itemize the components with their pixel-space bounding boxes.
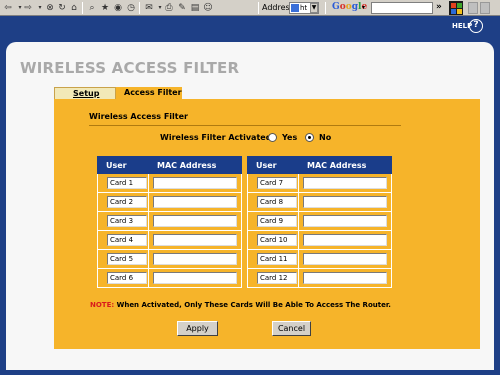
note-body: When Activated, Only These Cards Will Be… xyxy=(116,301,391,309)
card-name-field[interactable]: Card 7 xyxy=(257,177,297,189)
mac-address-field[interactable] xyxy=(303,177,387,189)
table-row: Card 6 xyxy=(97,269,242,288)
table-row: Card 12 xyxy=(247,269,392,288)
router-header xyxy=(0,16,500,42)
table-header: User MAC Address xyxy=(247,156,392,174)
table-row: Card 8 xyxy=(247,193,392,212)
section-title: Wireless Access Filter xyxy=(89,112,188,121)
mac-address-field[interactable] xyxy=(303,272,387,284)
favorites-icon[interactable]: ★ xyxy=(99,2,111,14)
filter-activated-label: Wireless Filter Activated xyxy=(160,133,272,142)
radio-no-label: No xyxy=(319,133,332,142)
print-icon[interactable]: ⎙ xyxy=(163,2,175,14)
radio-no[interactable] xyxy=(305,133,314,142)
card-name-field[interactable]: Card 5 xyxy=(107,253,147,265)
search-icon[interactable]: ⌕ xyxy=(86,2,98,14)
forward-icon[interactable]: ⇨ xyxy=(22,2,34,14)
media-icon[interactable]: ◉ xyxy=(112,2,124,14)
mac-address-field[interactable] xyxy=(153,253,237,265)
page-icon xyxy=(291,4,299,12)
apply-button[interactable]: Apply xyxy=(177,321,218,336)
restore-icon[interactable] xyxy=(480,2,490,14)
note-prefix: NOTE: xyxy=(90,301,115,309)
browser-toolbar: ⇦ ▾ ⇨ ▾ ⊗ ↻ ⌂ ⌕ ★ ◉ ◷ ✉ ▾ ⎙ ✎ ▤ ☺ Addres… xyxy=(0,0,500,16)
edit-icon[interactable]: ✎ xyxy=(176,2,188,14)
card-name-field[interactable]: Card 10 xyxy=(257,234,297,246)
refresh-icon[interactable]: ↻ xyxy=(56,2,68,14)
card-name-field[interactable]: Card 4 xyxy=(107,234,147,246)
google-dropdown-icon[interactable]: ▾ xyxy=(362,4,365,11)
card-name-field[interactable]: Card 9 xyxy=(257,215,297,227)
card-name-field[interactable]: Card 12 xyxy=(257,272,297,284)
discuss-icon[interactable]: ▤ xyxy=(189,2,201,14)
card-name-field[interactable]: Card 3 xyxy=(107,215,147,227)
header-user: User xyxy=(106,161,127,170)
table-row: Card 2 xyxy=(97,193,242,212)
card-name-field[interactable]: Card 6 xyxy=(107,272,147,284)
radio-yes[interactable] xyxy=(268,133,277,142)
back-icon[interactable]: ⇦ xyxy=(2,2,14,14)
google-search-input[interactable] xyxy=(371,2,433,14)
mac-address-field[interactable] xyxy=(303,253,387,265)
note-text: NOTE: When Activated, Only These Cards W… xyxy=(90,301,391,309)
tab-setup[interactable]: Setup xyxy=(54,87,116,99)
address-dropdown-icon[interactable]: ▼ xyxy=(310,3,318,13)
toolbar-overflow-icon[interactable]: » xyxy=(436,2,442,12)
cancel-button[interactable]: Cancel xyxy=(272,321,311,336)
radio-yes-label: Yes xyxy=(282,133,298,142)
table-header: User MAC Address xyxy=(97,156,242,174)
card-name-field[interactable]: Card 8 xyxy=(257,196,297,208)
help-icon[interactable]: ? xyxy=(469,19,483,33)
mac-address-field[interactable] xyxy=(153,215,237,227)
table-row: Card 9 xyxy=(247,212,392,231)
messenger-icon[interactable]: ☺ xyxy=(202,2,214,14)
mac-address-field[interactable] xyxy=(303,196,387,208)
mac-address-field[interactable] xyxy=(153,234,237,246)
page-title: WIRELESS ACCESS FILTER xyxy=(20,59,240,77)
table-row: Card 1 xyxy=(97,174,242,193)
history-icon[interactable]: ◷ xyxy=(125,2,137,14)
home-icon[interactable]: ⌂ xyxy=(68,2,80,14)
table-row: Card 4 xyxy=(97,231,242,250)
mac-address-field[interactable] xyxy=(153,196,237,208)
stop-icon[interactable]: ⊗ xyxy=(44,2,56,14)
table-row: Card 5 xyxy=(97,250,242,269)
header-user: User xyxy=(256,161,277,170)
minimize-icon[interactable] xyxy=(468,2,478,14)
table-row: Card 7 xyxy=(247,174,392,193)
table-row: Card 3 xyxy=(97,212,242,231)
mac-address-field[interactable] xyxy=(153,272,237,284)
mac-address-field[interactable] xyxy=(153,177,237,189)
header-mac: MAC Address xyxy=(307,161,367,170)
mac-address-field[interactable] xyxy=(303,234,387,246)
header-mac: MAC Address xyxy=(157,161,217,170)
table-row: Card 11 xyxy=(247,250,392,269)
tab-access-filter[interactable]: Access Filter xyxy=(116,87,182,99)
table-row: Card 10 xyxy=(247,231,392,250)
card-name-field[interactable]: Card 2 xyxy=(107,196,147,208)
windows-logo-icon xyxy=(449,1,463,15)
card-name-field[interactable]: Card 11 xyxy=(257,253,297,265)
card-name-field[interactable]: Card 1 xyxy=(107,177,147,189)
divider xyxy=(89,125,401,126)
mac-address-field[interactable] xyxy=(303,215,387,227)
